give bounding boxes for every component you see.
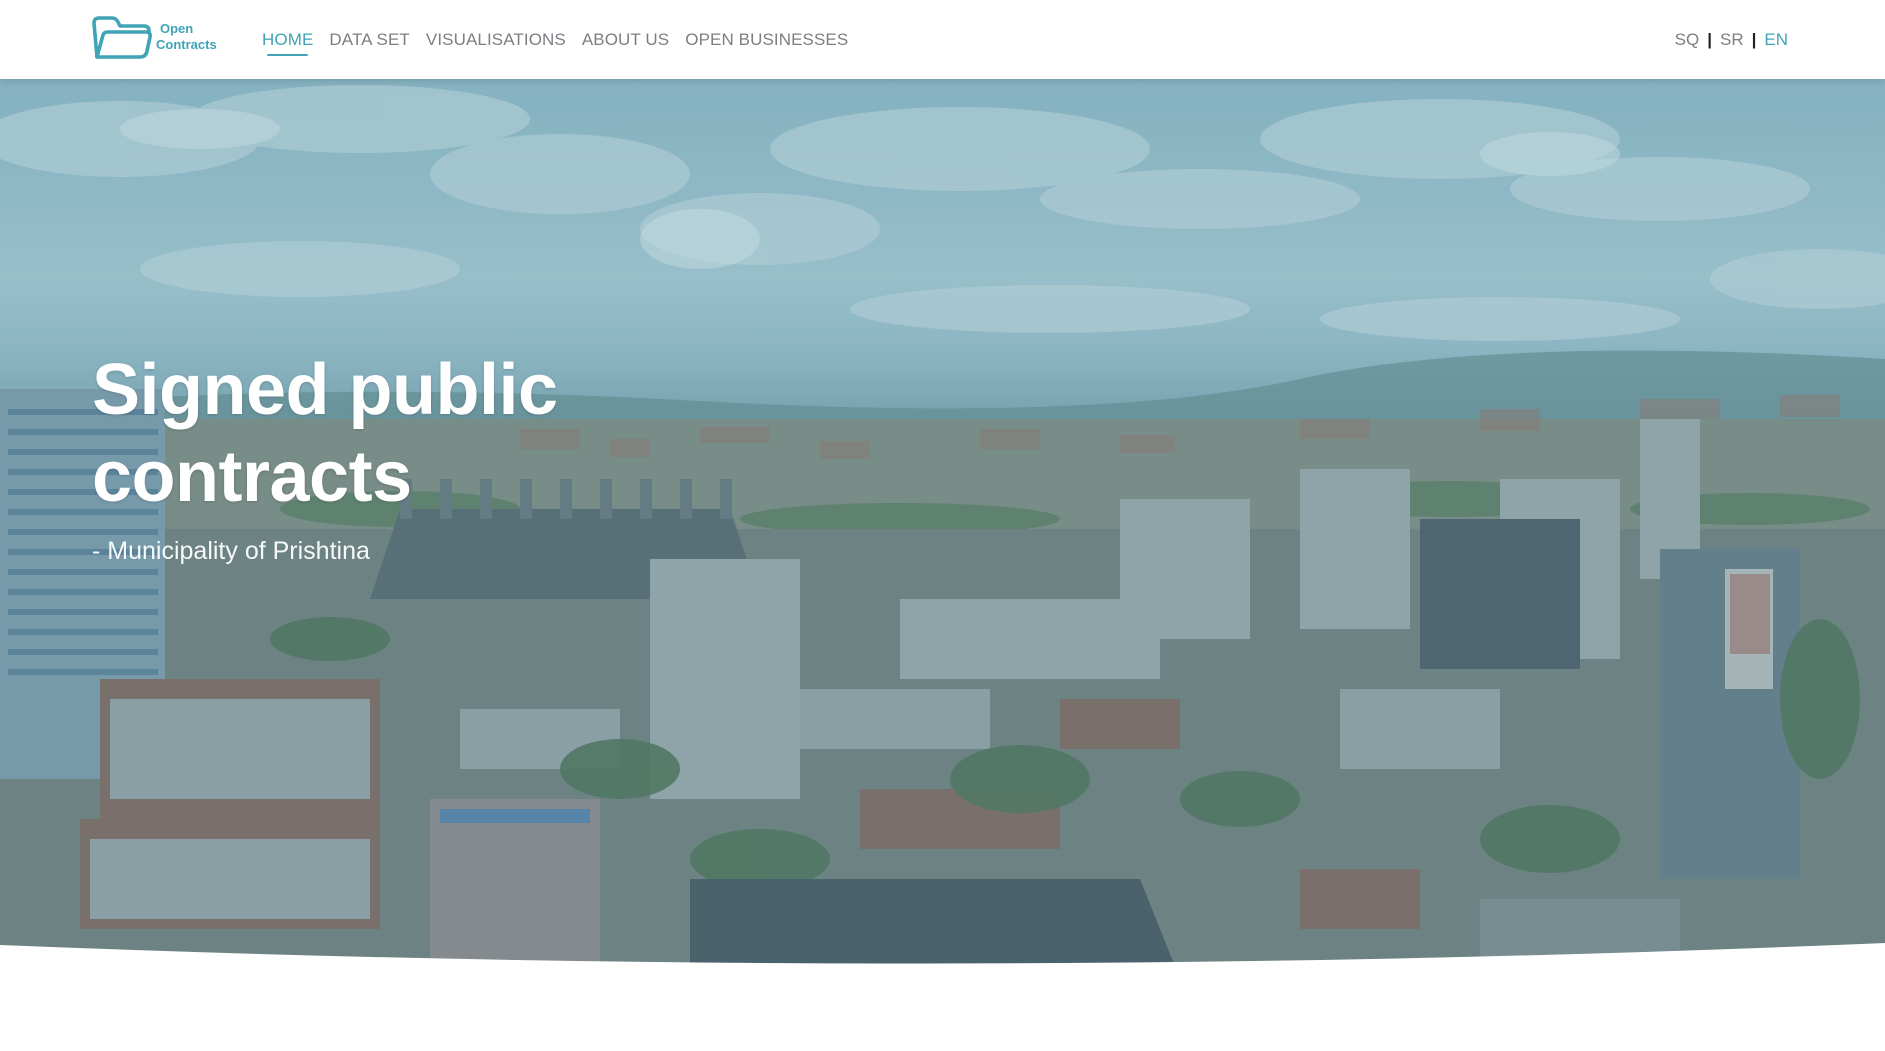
hero-title: Signed public contracts [92, 350, 558, 517]
hero-curve-divider [0, 943, 1885, 983]
language-switcher: SQ | SR | EN [1675, 0, 1788, 79]
hero-subtitle: - Municipality of Prishtina [92, 537, 370, 565]
hero-overlay [0, 79, 1885, 983]
open-contracts-logo[interactable]: Open Contracts [92, 13, 222, 61]
lang-en[interactable]: EN [1764, 30, 1788, 50]
logo-text: Open Contracts [156, 21, 217, 53]
lang-sr[interactable]: SR [1720, 30, 1744, 50]
logo-line-2: Contracts [156, 37, 217, 52]
nav-item-visualisations[interactable]: VISUALISATIONS [426, 30, 566, 50]
nav-item-open-businesses[interactable]: OPEN BUSINESSES [685, 30, 848, 50]
lang-separator: | [1751, 29, 1757, 49]
nav-item-about-us[interactable]: ABOUT US [582, 30, 669, 50]
lang-separator: | [1707, 29, 1712, 49]
nav-item-home[interactable]: HOME [262, 30, 313, 56]
folder-icon [92, 16, 152, 59]
nav-item-data-set[interactable]: DATA SET [329, 30, 409, 50]
logo-line-1: Open [160, 21, 194, 36]
top-navigation-bar: Open Contracts HOME DATA SET VISUALISATI… [0, 0, 1885, 79]
main-nav: HOME DATA SET VISUALISATIONS ABOUT US OP… [262, 0, 864, 79]
lang-sq[interactable]: SQ [1675, 30, 1700, 50]
hero-banner: Signed public contracts - Municipality o… [0, 79, 1885, 983]
